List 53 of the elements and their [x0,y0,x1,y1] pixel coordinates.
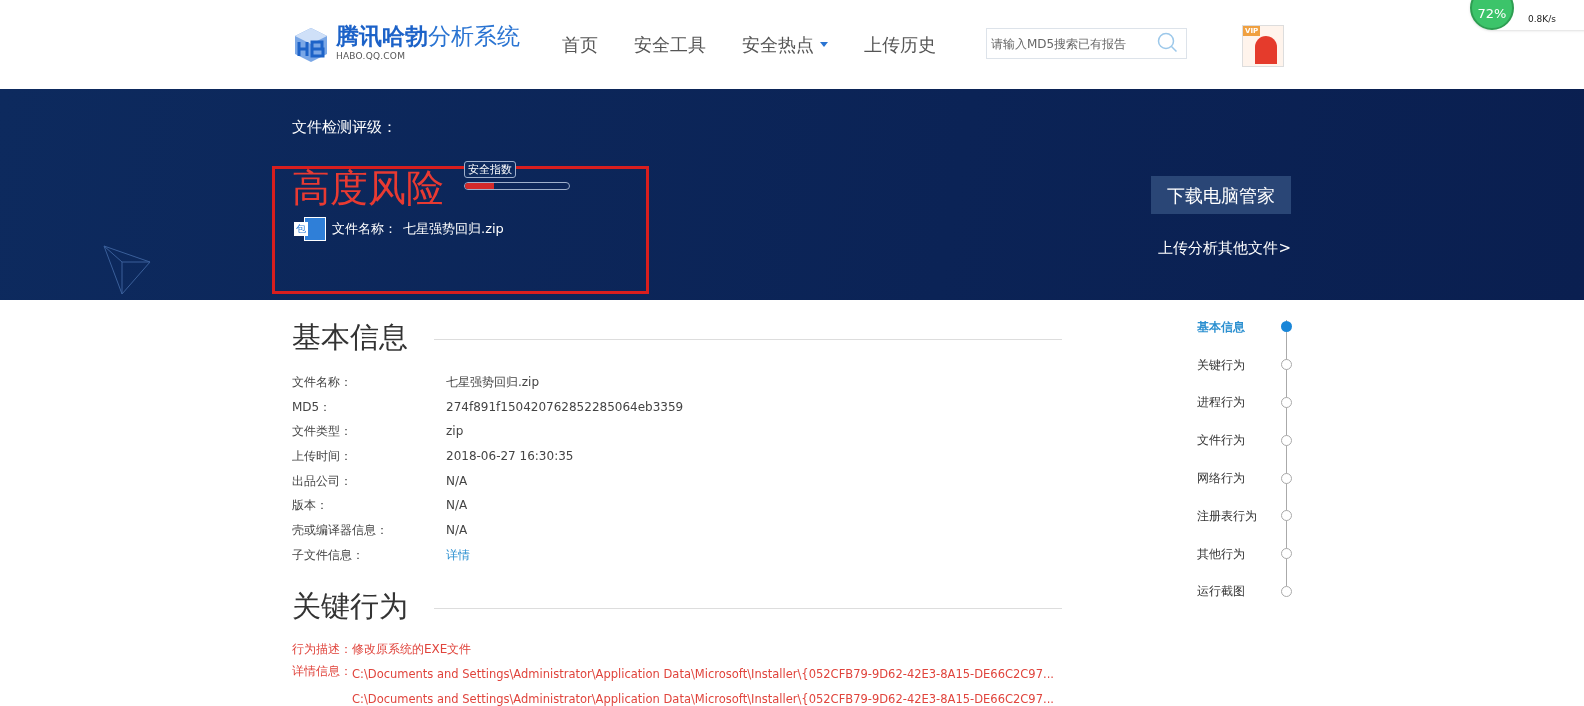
section-nav-item[interactable]: 其他行为 [1197,534,1292,573]
triangle-decoration-icon [102,244,152,296]
caret-icon [820,42,828,47]
nav-link[interactable]: 上传历史 [864,31,936,58]
nav-link[interactable]: 安全工具 [634,31,706,58]
field-value: N/A [446,472,468,490]
logo-title: 腾讯哈勃 [336,25,428,49]
section-nav-item[interactable]: 注册表行为 [1197,497,1292,535]
search-field[interactable]: 请输入MD5搜索已有报告 [986,28,1187,59]
details-link[interactable]: 详情 [446,545,470,564]
field-value: 2018-06-27 16:30:35 [446,447,574,465]
field-label: 版本： [292,497,329,515]
logo-domain: HABO.QQ.COM [336,50,407,64]
field-label: 壳或编译器信息： [292,521,389,539]
field-label: 文件类型： [292,423,353,441]
description-text: 修改原系统的EXE文件 [352,641,472,658]
logo-icon [292,25,330,64]
section-title: 基本信息 [292,319,408,356]
path-text: C:\Documents and Settings\Administrator\Application Data\Microsoft\Installer\{052CFB79-9D62-42E3-8A15-DE66C2C97... [352,665,1054,683]
section-nav-item[interactable]: 运行截图 [1197,572,1292,611]
description-label: 行为描述： [292,641,352,658]
logo-subtitle: 分析系统 [428,25,520,49]
section-nav-item[interactable]: 网络行为 [1197,459,1292,497]
field-value: 七星强势回归.zip [446,373,540,391]
section-nav-item[interactable]: 文件行为 [1197,421,1292,460]
file-name: 七星强势回归.zip [403,220,504,239]
field-value: zip [446,423,464,441]
nav-link[interactable]: 首页 [562,31,598,58]
download-button[interactable]: 下载电脑管家 [1151,176,1291,214]
rating-heading: 文件检测评级： [292,118,397,136]
field-label: MD5： [292,398,333,416]
section-nav-item[interactable]: 进程行为 [1197,383,1292,422]
field-value: N/A [446,521,468,539]
section-nav-item[interactable]: 基本信息 [1197,308,1292,346]
path-text: C:\Documents and Settings\Administrator\Application Data\Microsoft\Installer\{052CFB79-9D62-42E3-8A15-DE66C2C97... [352,690,1054,706]
file-name-label: 文件名称： [332,220,397,239]
section-nav-item[interactable]: 关键行为 [1197,345,1292,384]
field-label: 上传时间： [292,447,353,465]
field-value: 274f891f150420762852285064eb3359 [446,398,684,416]
field-label: 子文件信息： [292,546,365,564]
network-speed: 0.8K/s [1528,13,1556,27]
risk-level: 高度风险 [292,169,444,207]
cpu-gauge: 72% [1470,0,1514,30]
system-monitor-widget[interactable]: 72% 0.8K/s [1470,0,1584,30]
upload-link[interactable]: 上传分析其他文件> [1158,237,1291,260]
field-label: 文件名称： [292,373,353,391]
section-title: 关键行为 [292,588,408,625]
search-icon[interactable] [1157,32,1179,54]
details-label: 详情信息： [292,662,352,680]
field-label: 出品公司： [292,472,353,490]
field-value: N/A [446,497,468,515]
index-tooltip: 安全指数 [464,161,516,178]
nav-link[interactable]: 安全热点 [742,31,828,58]
